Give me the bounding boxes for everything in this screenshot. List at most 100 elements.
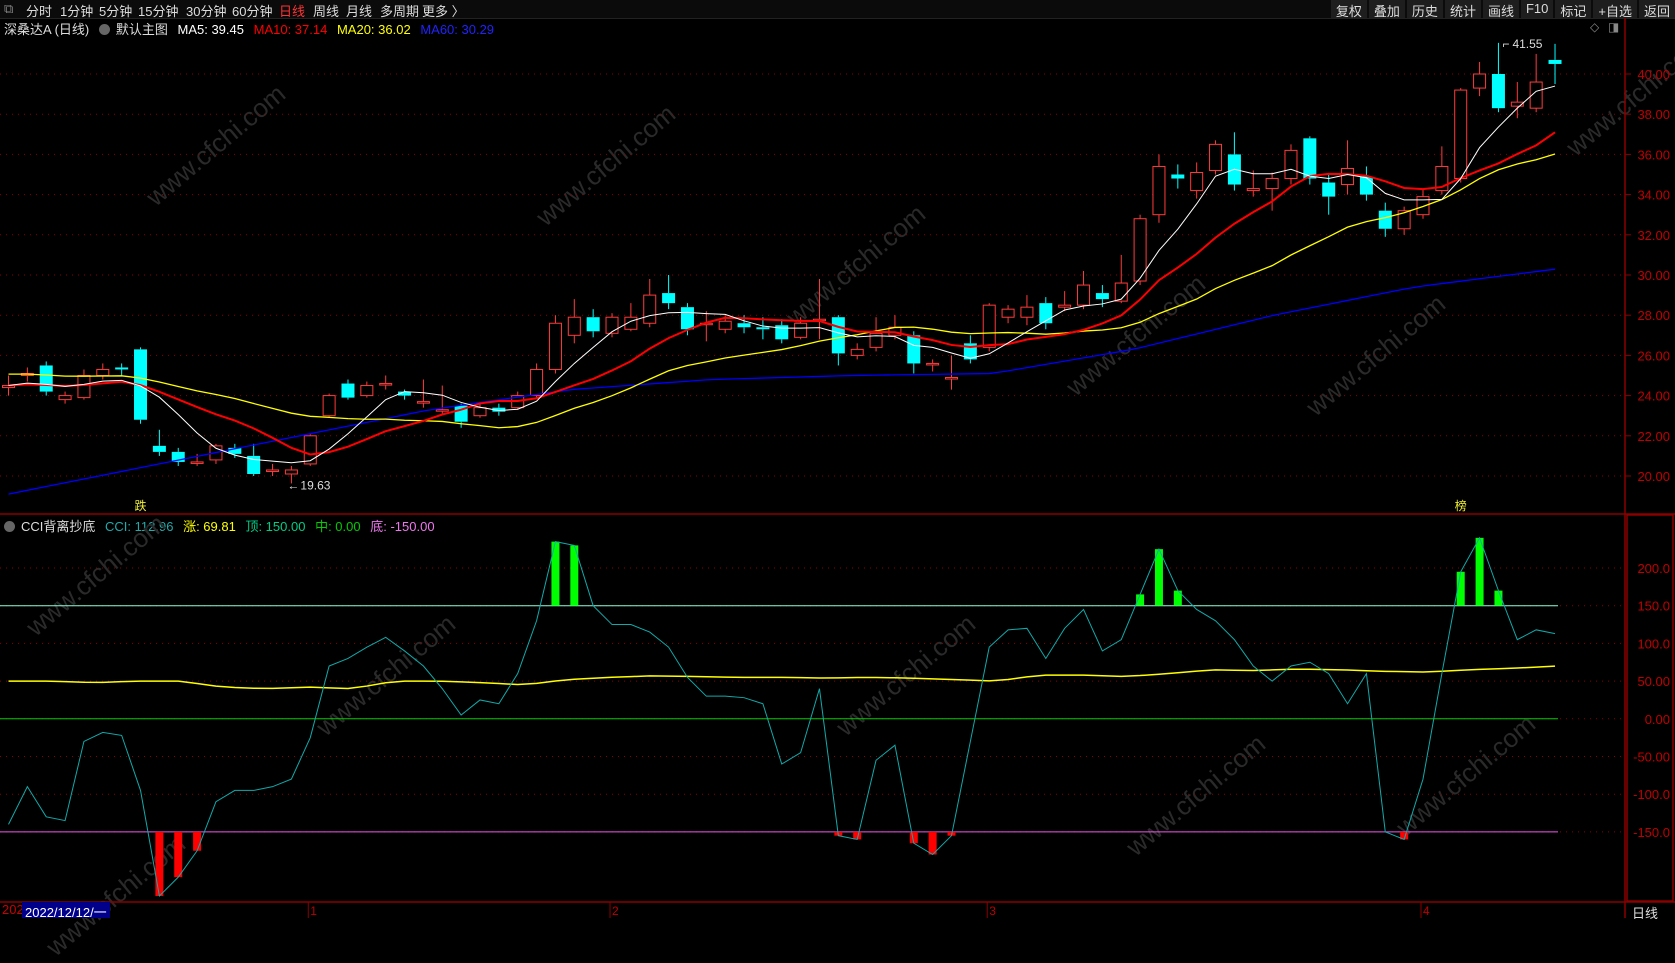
candle-body-up <box>1152 165 1166 216</box>
cci-overbought-bar <box>1475 537 1484 606</box>
candle-body-down <box>662 293 676 304</box>
zhang-line <box>8 665 1556 690</box>
candle-body-up <box>548 322 562 370</box>
cci-tick-label: 0.00 <box>1645 712 1670 727</box>
candle <box>58 391 72 404</box>
cci-tick-label: 200.0 <box>1637 561 1670 576</box>
candle-body-up <box>1341 167 1355 186</box>
price-tick-label: 26.00 <box>1637 348 1670 363</box>
candle-body-down <box>115 367 129 370</box>
candle <box>152 429 166 456</box>
kline-chart[interactable]: 20.00 22.00 24.00 26.00 28.00 30.00 32.00 34.00… <box>0 0 1675 918</box>
candle <box>1454 88 1468 183</box>
candle <box>1039 297 1053 330</box>
candle <box>1020 295 1034 326</box>
price-tick-label: 38.00 <box>1637 107 1670 122</box>
candle-body-up <box>718 320 732 330</box>
candle <box>1416 188 1430 219</box>
ma60-line <box>8 268 1556 495</box>
price-tick-label: 20.00 <box>1637 469 1670 484</box>
candle-body-down <box>907 335 921 364</box>
candle-body-up <box>58 395 72 401</box>
candle-body-down <box>586 317 600 332</box>
candle <box>1303 136 1317 185</box>
candle-body-up <box>379 383 393 386</box>
candle <box>624 303 638 332</box>
year-prefix: 202 <box>2 902 24 917</box>
candle <box>1341 140 1355 195</box>
candle <box>1359 166 1373 201</box>
candle <box>39 361 53 396</box>
candle-body-up <box>360 385 374 397</box>
candle-body-up <box>794 322 808 338</box>
candle <box>945 355 958 390</box>
candle <box>1227 132 1241 191</box>
price-tick-label: 28.00 <box>1637 308 1670 323</box>
candle-body-up <box>1020 306 1034 318</box>
cci-tick-label: -150.0 <box>1633 825 1670 840</box>
candle-body-up <box>473 407 487 417</box>
candle <box>1058 291 1072 312</box>
candle <box>699 311 713 342</box>
candle-body-down <box>1039 303 1053 324</box>
candle-body-down <box>1378 210 1392 229</box>
candle <box>1209 140 1223 175</box>
candle-body-up <box>605 316 619 334</box>
candle-body-down <box>152 445 166 452</box>
signal-label-right: 榜 <box>1455 498 1467 513</box>
candle <box>963 335 977 364</box>
price-tick-label: 30.00 <box>1637 268 1670 283</box>
candle <box>586 309 600 338</box>
candle <box>567 299 581 344</box>
candle <box>775 319 789 344</box>
candle <box>1133 214 1147 286</box>
candle <box>1473 61 1487 97</box>
candle <box>812 279 826 340</box>
cci-oversold-bar <box>155 831 164 896</box>
price-tick-label: 32.00 <box>1637 228 1670 243</box>
candle-body-down <box>680 307 694 330</box>
candle-body-up <box>1001 308 1015 318</box>
cci-overbought-bar <box>1154 549 1163 606</box>
candle-body-up <box>850 348 864 356</box>
candle <box>322 393 336 418</box>
candle <box>643 279 657 328</box>
candle-body-down <box>1548 59 1562 64</box>
cci-tick-label: 100.0 <box>1637 636 1670 651</box>
price-tick-label: 22.00 <box>1637 429 1670 444</box>
candle <box>398 389 412 400</box>
candle <box>1114 254 1128 304</box>
candle-body-up <box>1265 178 1279 190</box>
cci-tick-label: -50.00 <box>1633 750 1670 765</box>
candle <box>530 363 544 398</box>
candle-body-up <box>303 435 317 465</box>
candle-body-down <box>1491 74 1505 109</box>
high-price-arrow: ⌐ <box>1502 37 1509 51</box>
high-price-value: 41.55 <box>1512 37 1542 51</box>
price-tick-label: 36.00 <box>1637 147 1670 162</box>
low-price-label: ← <box>287 478 299 492</box>
candle <box>926 359 940 372</box>
candle <box>115 363 129 376</box>
candle-body-up <box>1473 73 1487 89</box>
candle <box>548 315 562 374</box>
low-price-value: 19.63 <box>300 478 330 492</box>
price-tick-label: 34.00 <box>1637 188 1670 203</box>
candle <box>1529 53 1543 113</box>
candle-body-up <box>96 368 110 377</box>
candle <box>1284 144 1298 185</box>
candle <box>1246 170 1260 197</box>
signal-label-left: 跌 <box>135 498 147 513</box>
candle <box>850 343 864 360</box>
period-label[interactable]: 日线 <box>1632 903 1658 922</box>
candle <box>96 363 110 380</box>
candle-body-up <box>945 377 958 380</box>
price-tick-label: 40.00 <box>1637 67 1670 82</box>
cci-tick-label: 50.00 <box>1637 674 1670 689</box>
ma10-line <box>8 131 1556 456</box>
candle <box>1548 43 1562 85</box>
candle <box>1152 154 1166 223</box>
cci-line <box>8 536 1556 898</box>
candle-body-up <box>435 409 449 412</box>
candle-body-down <box>1322 182 1336 197</box>
